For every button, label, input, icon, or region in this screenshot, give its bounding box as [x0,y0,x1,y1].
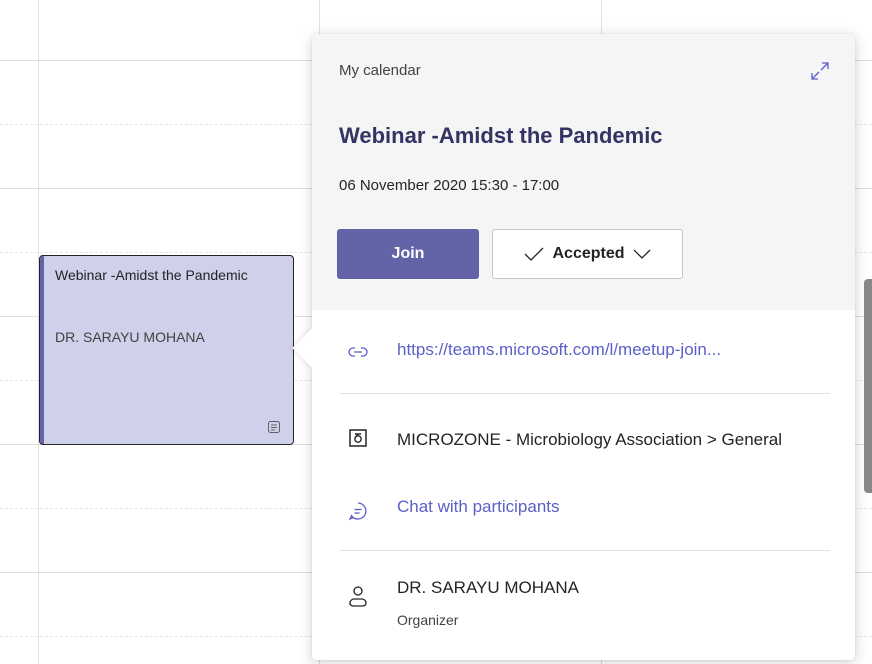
note-icon [268,421,280,433]
channel-name: MICROZONE - Microbiology Association > G… [397,430,782,449]
rsvp-dropdown[interactable]: Accepted [492,229,683,279]
chevron-down-icon [633,249,650,259]
link-icon [348,347,368,357]
expand-icon[interactable] [810,61,830,81]
meeting-title: Webinar -Amidst the Pandemic [339,123,663,148]
organizer-name[interactable]: DR. SARAYU MOHANA [397,578,579,598]
event-organizer: DR. SARAYU MOHANA [55,329,205,345]
meeting-datetime: 06 November 2020 15:30 - 17:00 [339,177,560,194]
event-accent-bar [40,256,44,444]
organizer-role: Organizer [397,612,459,628]
meeting-link[interactable]: https://teams.microsoft.com/l/meetup-joi… [397,340,837,360]
rsvp-label: Accepted [552,245,625,262]
person-icon [349,586,367,607]
event-details-popup: My calendar Webinar -Amidst the Pandemic… [292,34,855,660]
team-icon [349,429,367,447]
divider [340,393,830,394]
calendar-event-card[interactable]: Webinar -Amidst the Pandemic DR. SARAYU … [39,255,294,445]
event-title: Webinar -Amidst the Pandemic [55,267,248,283]
scrollbar-thumb[interactable] [864,279,872,493]
chat-with-participants-link[interactable]: Chat with participants [397,497,560,517]
join-button[interactable]: Join [337,229,479,279]
divider [340,550,830,551]
chat-icon [348,502,367,521]
calendar-name: My calendar [339,62,421,79]
checkmark-icon [525,247,544,261]
